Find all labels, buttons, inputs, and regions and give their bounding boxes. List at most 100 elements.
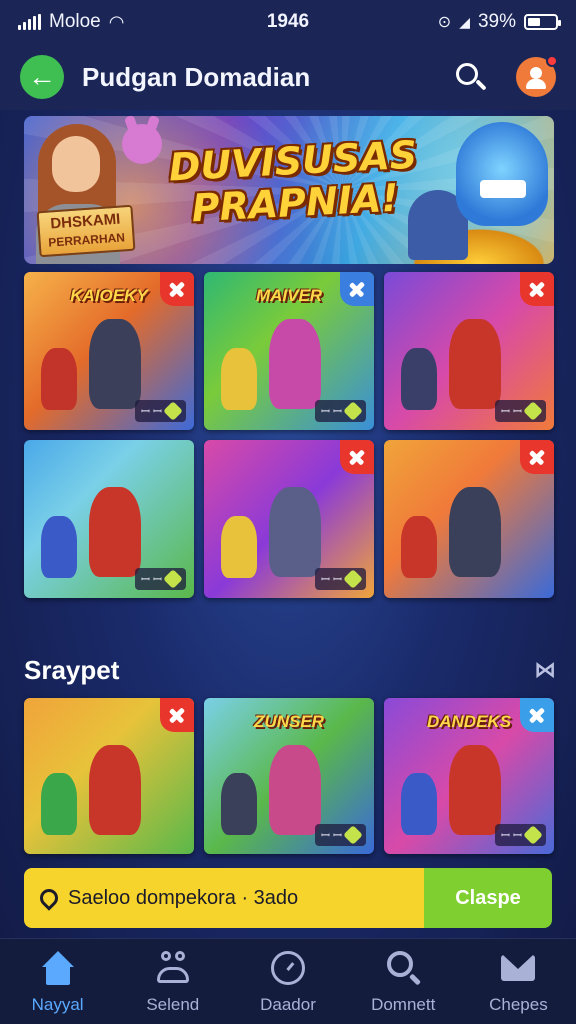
game-card[interactable]: ZUNSER ꟷ ꟷ <box>204 698 374 854</box>
nav-label: Daador <box>260 995 316 1014</box>
game-character <box>221 772 257 835</box>
tools-badge <box>160 272 194 306</box>
game-character <box>268 744 321 835</box>
game-card-chip: ꟷ ꟷ <box>315 568 366 590</box>
game-character <box>401 347 437 410</box>
game-character <box>448 487 501 578</box>
tools-icon <box>348 448 366 466</box>
tools-badge <box>340 440 374 474</box>
app-header: ← Pudgan Domadian <box>0 44 576 110</box>
tools-icon <box>348 280 366 298</box>
game-character <box>401 772 437 835</box>
game-card-chip: ꟷ ꟷ <box>495 824 546 846</box>
chip-label: ꟷ ꟷ <box>321 405 342 418</box>
profile-button[interactable] <box>516 55 558 97</box>
search-button[interactable] <box>450 57 490 97</box>
game-card[interactable]: DANDEKS ꟷ ꟷ <box>384 698 554 854</box>
nav-label: Nayyal <box>31 995 84 1014</box>
section-header: Sraypet ⋈ <box>24 650 556 690</box>
game-character <box>268 319 321 410</box>
game-card[interactable]: KAIOEKY ꟷ ꟷ <box>24 272 194 430</box>
game-card-chip: ꟷ ꟷ <box>135 568 186 590</box>
cell-signal-icon: ◢ <box>459 13 470 30</box>
game-character <box>268 487 321 578</box>
game-card[interactable]: ꟷ ꟷ <box>24 440 194 598</box>
notification-dot <box>546 55 558 67</box>
mail-icon <box>499 949 537 987</box>
game-character <box>401 515 437 578</box>
people-icon <box>154 949 192 987</box>
signal-icon <box>18 14 41 30</box>
game-card[interactable]: ꟷ ꟷ <box>204 440 374 598</box>
hero-banner[interactable]: DHSKAMI PERRARHAN DUVISUSAS PRAPNIA! <box>24 116 554 264</box>
promo-text: Saeloo dompekora · 3ado <box>68 886 299 909</box>
game-card-chip: ꟷ ꟷ <box>315 824 366 846</box>
nav-item-daador[interactable]: Daador <box>230 939 345 1024</box>
game-grid-secondary: ZUNSER ꟷ ꟷ DANDEKS ꟷ ꟷ <box>24 698 554 854</box>
game-character <box>41 347 77 410</box>
tools-badge <box>520 698 554 732</box>
game-character <box>41 515 77 578</box>
gem-icon <box>343 401 363 421</box>
tools-icon <box>168 706 186 724</box>
bottom-nav: Nayyal Selend Daador Domnett Chepes <box>0 938 576 1024</box>
battery-percent: 39% <box>477 11 516 32</box>
game-card-chip: ꟷ ꟷ <box>135 400 186 422</box>
wifi-icon: ◠ <box>108 11 125 32</box>
game-character <box>448 319 501 410</box>
user-icon <box>530 67 542 79</box>
game-card[interactable] <box>384 440 554 598</box>
gem-icon <box>343 569 363 589</box>
gem-icon <box>163 569 183 589</box>
nav-label: Selend <box>146 995 200 1014</box>
back-button[interactable]: ← <box>20 55 64 99</box>
location-pin-icon <box>36 885 62 911</box>
chip-label: ꟷ ꟷ <box>501 405 522 418</box>
game-card-chip: ꟷ ꟷ <box>495 400 546 422</box>
nav-label: Chepes <box>489 995 548 1014</box>
gem-icon <box>523 825 543 845</box>
game-character <box>88 744 141 835</box>
nav-item-chepes[interactable]: Chepes <box>461 939 576 1024</box>
game-grid: KAIOEKY ꟷ ꟷ MAIVER ꟷ ꟷꟷ ꟷꟷ ꟷꟷ ꟷ <box>24 272 554 598</box>
page-title: Pudgan Domadian <box>82 61 311 92</box>
hero-beast-character <box>456 122 548 226</box>
nav-item-home[interactable]: Nayyal <box>0 939 115 1024</box>
tools-badge <box>520 272 554 306</box>
chip-label: ꟷ ꟷ <box>321 573 342 586</box>
nav-item-domnett[interactable]: Domnett <box>346 939 461 1024</box>
chip-label: ꟷ ꟷ <box>141 405 162 418</box>
promo-button[interactable]: Claspe <box>424 868 552 928</box>
tools-icon <box>528 280 546 298</box>
game-character <box>221 347 257 410</box>
game-character <box>41 772 77 835</box>
status-time: 1946 <box>266 11 310 32</box>
search-icon <box>384 949 422 987</box>
tools-badge <box>520 440 554 474</box>
gem-icon <box>343 825 363 845</box>
game-character <box>88 487 141 578</box>
status-right: ⊙ ◢ 39% <box>358 11 561 33</box>
game-character <box>448 744 501 835</box>
promo-location[interactable]: Saeloo dompekora · 3ado <box>24 868 424 928</box>
status-bar: Moloe ◠ 1946 ⊙ ◢ 39% <box>0 0 576 44</box>
nav-item-selend[interactable]: Selend <box>115 939 230 1024</box>
hero-title: DUVISUSAS PRAPNIA! <box>142 132 446 232</box>
clock-icon <box>269 949 307 987</box>
chip-label: ꟷ ꟷ <box>501 829 522 842</box>
game-card[interactable]: ꟷ ꟷ <box>384 272 554 430</box>
nav-label: Domnett <box>371 995 436 1014</box>
carrier-name: Moloe <box>49 11 101 32</box>
arrow-left-icon: ← <box>28 61 56 92</box>
promo-bar: Saeloo dompekora · 3ado Claspe <box>24 868 552 928</box>
game-card-title: ZUNSER <box>254 712 324 731</box>
status-left: Moloe ◠ <box>18 11 218 33</box>
chip-label: ꟷ ꟷ <box>141 573 162 586</box>
game-card[interactable]: MAIVER ꟷ ꟷ <box>204 272 374 430</box>
hero-sign: DHSKAMI PERRARHAN <box>36 204 136 258</box>
game-card[interactable] <box>24 698 194 854</box>
see-more-icon[interactable]: ⋈ <box>534 657 556 683</box>
tools-icon <box>168 280 186 298</box>
tools-badge <box>340 272 374 306</box>
chip-label: ꟷ ꟷ <box>321 829 342 842</box>
